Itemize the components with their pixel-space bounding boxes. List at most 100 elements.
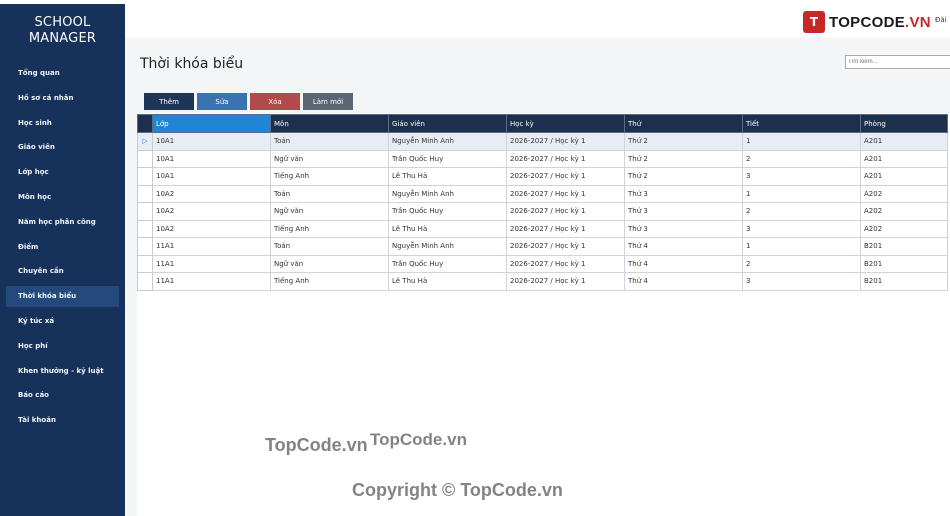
row-header[interactable] (137, 184, 153, 203)
cell-room[interactable]: B201 (860, 254, 948, 273)
cell-room[interactable]: A202 (860, 184, 948, 203)
table-row[interactable]: 11A1 Toán Nguyễn Minh Anh 2026-2027 / Họ… (137, 237, 948, 256)
cell-weekday[interactable]: Thứ 4 (624, 272, 743, 291)
sidebar-item-subjects[interactable]: Môn học (0, 187, 125, 208)
sidebar-item-grades[interactable]: Điểm (0, 237, 125, 258)
cell-subject[interactable]: Tiếng Anh (270, 272, 389, 291)
cell-room[interactable]: B201 (860, 237, 948, 256)
sidebar-item-rewards-discipline[interactable]: Khen thưởng - kỷ luật (0, 361, 125, 382)
cell-weekday[interactable]: Thứ 2 (624, 149, 743, 168)
cell-teacher[interactable]: Lê Thu Hà (388, 167, 507, 186)
column-header-teacher[interactable]: Giáo viên (388, 114, 507, 133)
table-row[interactable]: ▷ 10A1 Toán Nguyễn Minh Anh 2026-2027 / … (137, 132, 948, 151)
cell-period[interactable]: 1 (742, 184, 861, 203)
column-header-period[interactable]: Tiết (742, 114, 861, 133)
edit-button[interactable]: Sửa (197, 93, 247, 110)
cell-class[interactable]: 11A1 (152, 272, 271, 291)
table-row[interactable]: 10A2 Toán Nguyễn Minh Anh 2026-2027 / Họ… (137, 184, 948, 203)
cell-room[interactable]: A201 (860, 149, 948, 168)
sidebar-item-overview[interactable]: Tổng quan (0, 63, 125, 84)
cell-period[interactable]: 2 (742, 202, 861, 221)
table-row[interactable]: 11A1 Ngữ văn Trần Quốc Huy 2026-2027 / H… (137, 254, 948, 273)
cell-weekday[interactable]: Thứ 3 (624, 202, 743, 221)
column-header-class[interactable]: Lớp (152, 114, 271, 133)
column-header-weekday[interactable]: Thứ (624, 114, 743, 133)
cell-class[interactable]: 10A1 (152, 132, 271, 151)
cell-teacher[interactable]: Nguyễn Minh Anh (388, 237, 507, 256)
cell-semester[interactable]: 2026-2027 / Học kỳ 1 (506, 219, 625, 238)
row-header[interactable] (137, 219, 153, 238)
table-row[interactable]: 10A2 Tiếng Anh Lê Thu Hà 2026-2027 / Học… (137, 219, 948, 238)
sidebar-item-timetable[interactable]: Thời khóa biểu (6, 286, 119, 308)
cell-teacher[interactable]: Lê Thu Hà (388, 272, 507, 291)
cell-teacher[interactable]: Trần Quốc Huy (388, 149, 507, 168)
column-header-subject[interactable]: Môn (270, 114, 389, 133)
cell-subject[interactable]: Ngữ văn (270, 149, 389, 168)
row-header[interactable] (137, 167, 153, 186)
column-header-semester[interactable]: Học kỳ (506, 114, 625, 133)
cell-subject[interactable]: Tiếng Anh (270, 167, 389, 186)
cell-class[interactable]: 10A1 (152, 167, 271, 186)
cell-subject[interactable]: Ngữ văn (270, 254, 389, 273)
cell-class[interactable]: 10A2 (152, 184, 271, 203)
sidebar-item-tuition[interactable]: Học phí (0, 336, 125, 357)
sidebar-item-attendance[interactable]: Chuyên cần (0, 261, 125, 282)
sidebar-item-school-year-assignment[interactable]: Năm học phân công (0, 212, 125, 233)
row-header[interactable] (137, 202, 153, 221)
cell-room[interactable]: A201 (860, 132, 948, 151)
cell-subject[interactable]: Toán (270, 132, 389, 151)
cell-semester[interactable]: 2026-2027 / Học kỳ 1 (506, 184, 625, 203)
cell-teacher[interactable]: Nguyễn Minh Anh (388, 132, 507, 151)
sidebar-item-students[interactable]: Học sinh (0, 113, 125, 134)
cell-class[interactable]: 10A2 (152, 219, 271, 238)
row-header[interactable] (137, 272, 153, 291)
cell-period[interactable]: 3 (742, 219, 861, 238)
cell-semester[interactable]: 2026-2027 / Học kỳ 1 (506, 254, 625, 273)
cell-period[interactable]: 2 (742, 149, 861, 168)
cell-teacher[interactable]: Lê Thu Hà (388, 219, 507, 238)
cell-class[interactable]: 10A1 (152, 149, 271, 168)
sidebar-item-teachers[interactable]: Giáo viên (0, 137, 125, 158)
cell-class[interactable]: 11A1 (152, 237, 271, 256)
cell-subject[interactable]: Toán (270, 184, 389, 203)
cell-weekday[interactable]: Thứ 3 (624, 219, 743, 238)
cell-weekday[interactable]: Thứ 2 (624, 132, 743, 151)
add-button[interactable]: Thêm (144, 93, 194, 110)
cell-class[interactable]: 10A2 (152, 202, 271, 221)
cell-subject[interactable]: Tiếng Anh (270, 219, 389, 238)
cell-room[interactable]: A201 (860, 167, 948, 186)
refresh-button[interactable]: Làm mới (303, 93, 353, 110)
cell-teacher[interactable]: Trần Quốc Huy (388, 202, 507, 221)
cell-semester[interactable]: 2026-2027 / Học kỳ 1 (506, 272, 625, 291)
sidebar-item-reports[interactable]: Báo cáo (0, 385, 125, 406)
delete-button[interactable]: Xóa (250, 93, 300, 110)
cell-room[interactable]: B201 (860, 272, 948, 291)
cell-subject[interactable]: Ngữ văn (270, 202, 389, 221)
cell-class[interactable]: 11A1 (152, 254, 271, 273)
cell-period[interactable]: 2 (742, 254, 861, 273)
cell-period[interactable]: 3 (742, 167, 861, 186)
cell-room[interactable]: A202 (860, 202, 948, 221)
sidebar-item-classes[interactable]: Lớp học (0, 162, 125, 183)
table-row[interactable]: 10A2 Ngữ văn Trần Quốc Huy 2026-2027 / H… (137, 202, 948, 221)
table-row[interactable]: 10A1 Ngữ văn Trần Quốc Huy 2026-2027 / H… (137, 149, 948, 168)
column-header-room[interactable]: Phòng (860, 114, 948, 133)
row-header[interactable] (137, 254, 153, 273)
cell-period[interactable]: 1 (742, 132, 861, 151)
cell-teacher[interactable]: Trần Quốc Huy (388, 254, 507, 273)
table-row[interactable]: 10A1 Tiếng Anh Lê Thu Hà 2026-2027 / Học… (137, 167, 948, 186)
cell-weekday[interactable]: Thứ 2 (624, 167, 743, 186)
cell-semester[interactable]: 2026-2027 / Học kỳ 1 (506, 132, 625, 151)
row-header[interactable] (137, 149, 153, 168)
cell-weekday[interactable]: Thứ 4 (624, 237, 743, 256)
cell-semester[interactable]: 2026-2027 / Học kỳ 1 (506, 237, 625, 256)
cell-semester[interactable]: 2026-2027 / Học kỳ 1 (506, 202, 625, 221)
search-input[interactable] (845, 55, 950, 69)
sidebar-item-account[interactable]: Tài khoản (0, 410, 125, 431)
header-link[interactable]: Đăi (935, 16, 947, 24)
cell-weekday[interactable]: Thứ 4 (624, 254, 743, 273)
sidebar-item-dormitory[interactable]: Ký túc xá (0, 311, 125, 332)
cell-semester[interactable]: 2026-2027 / Học kỳ 1 (506, 167, 625, 186)
cell-weekday[interactable]: Thứ 3 (624, 184, 743, 203)
cell-period[interactable]: 3 (742, 272, 861, 291)
